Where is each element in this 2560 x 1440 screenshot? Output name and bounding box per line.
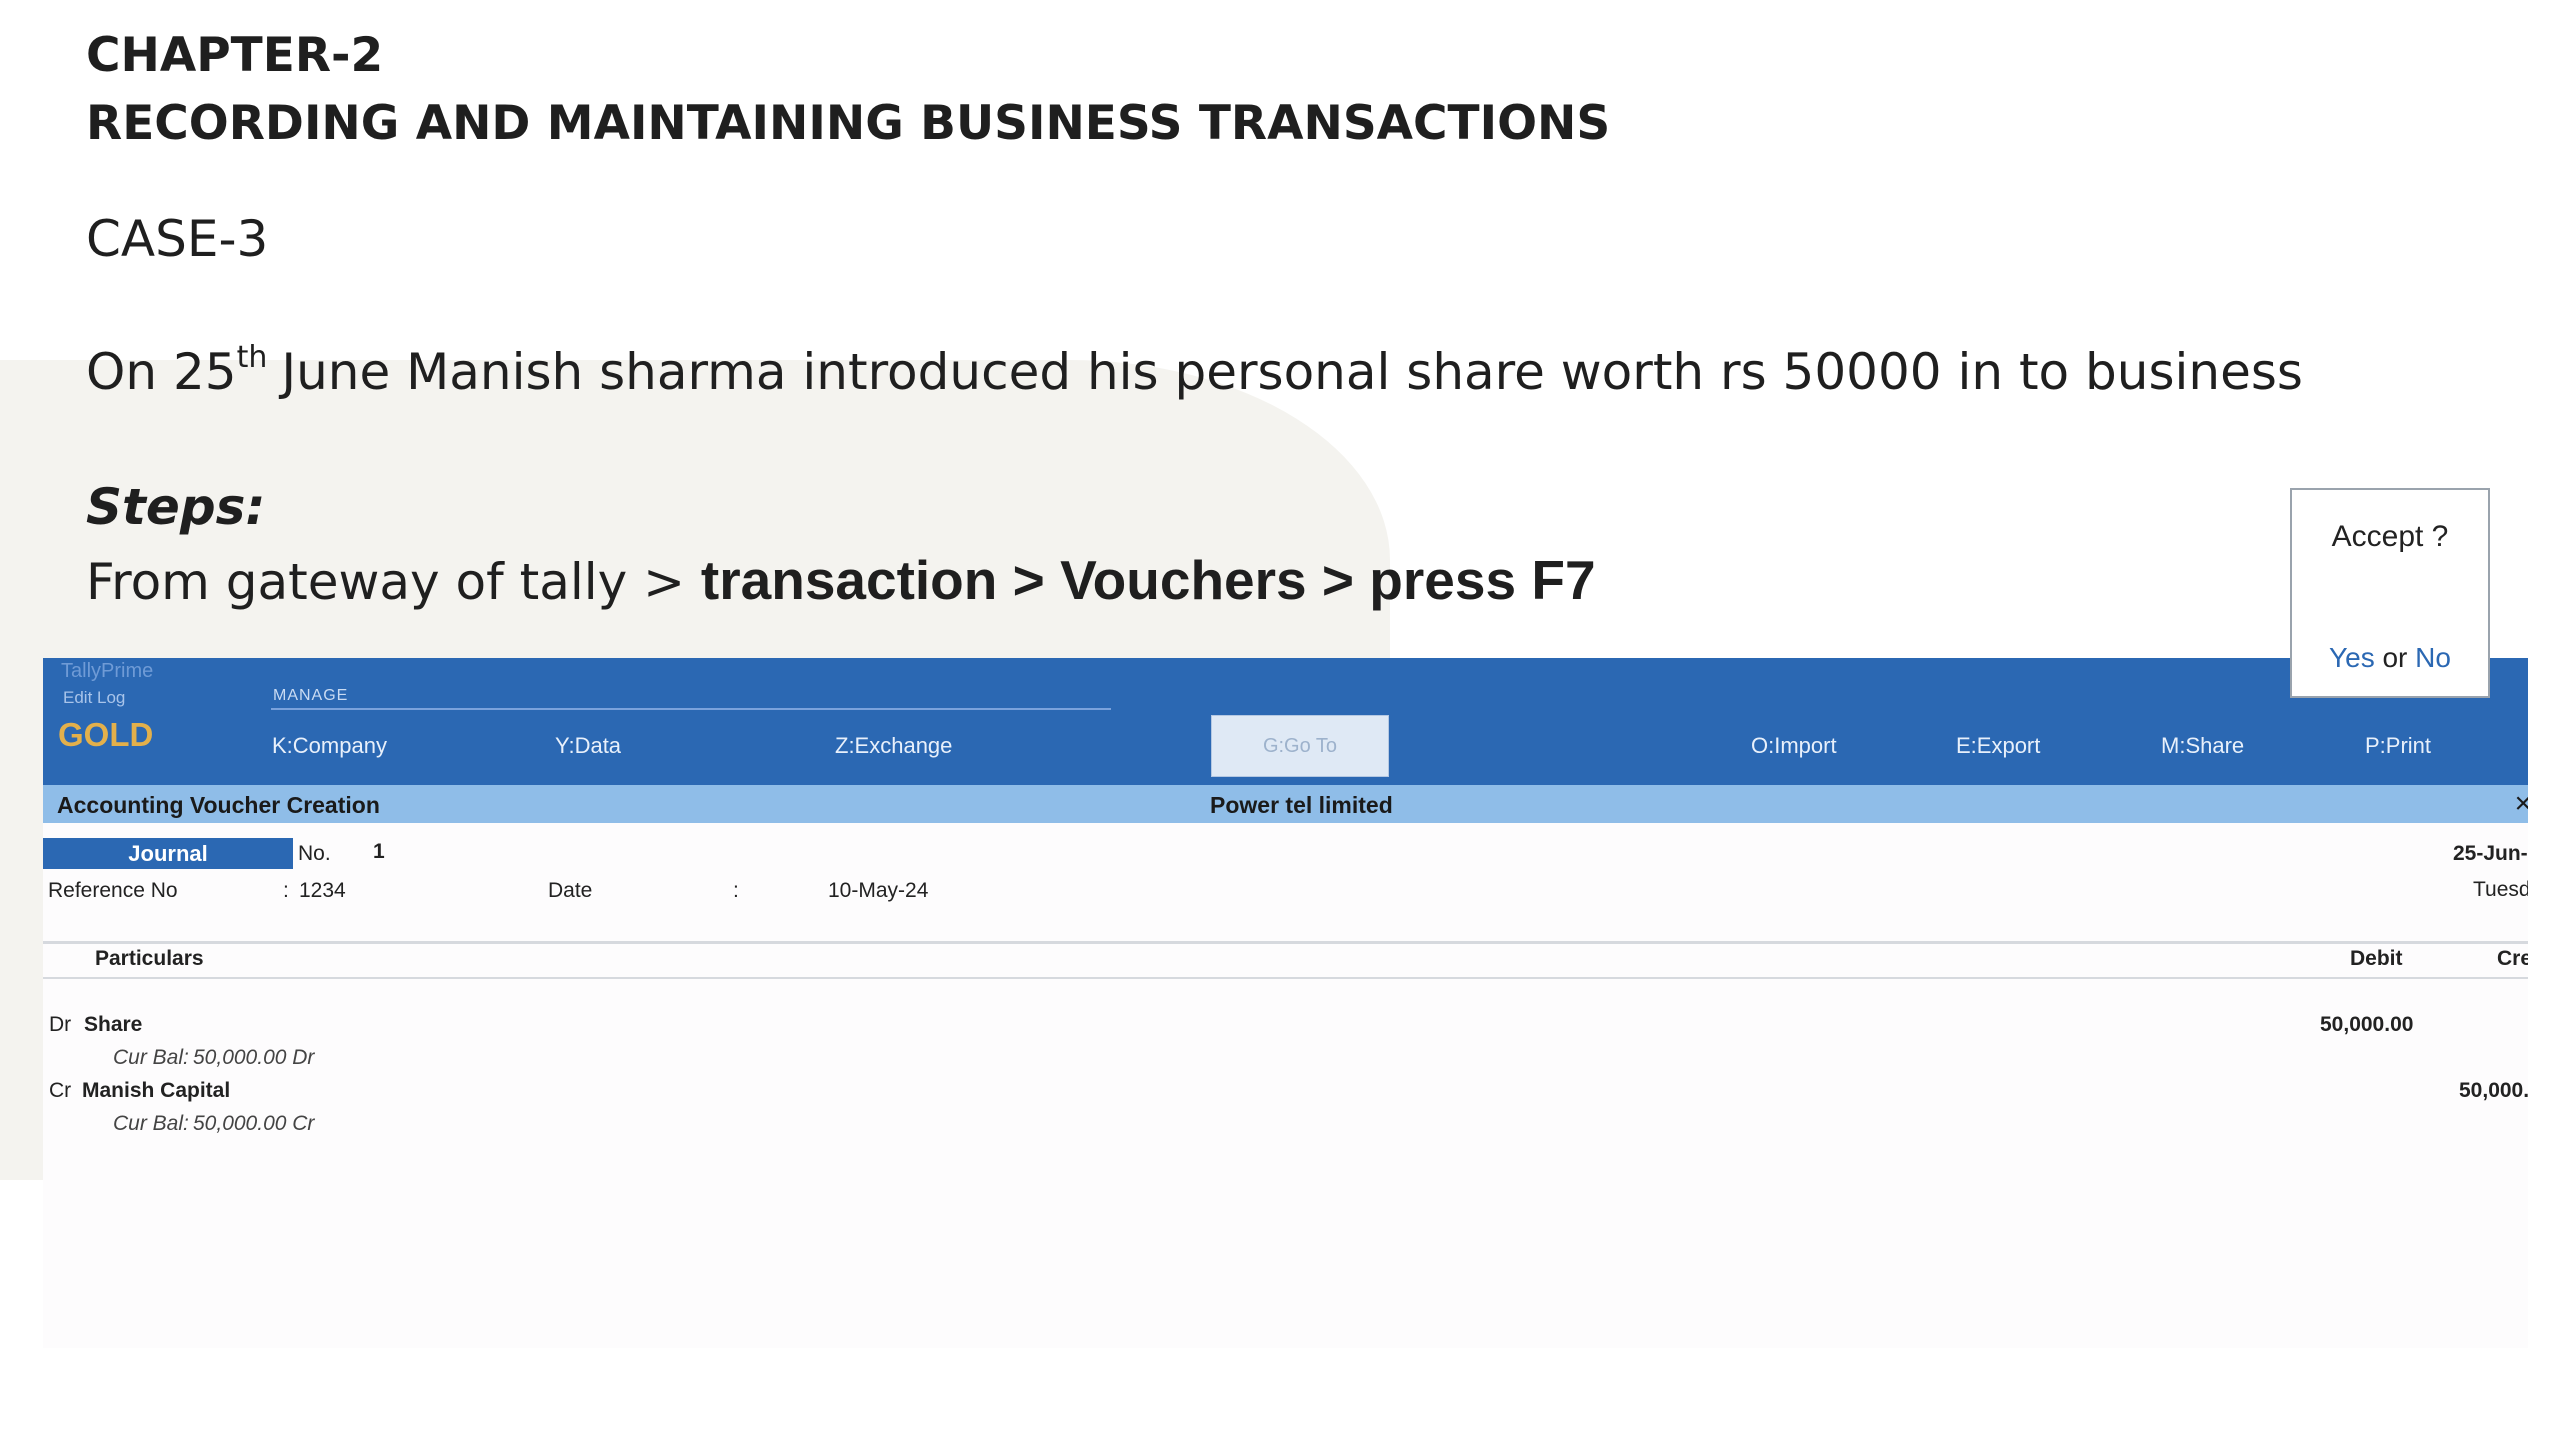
entry-1-curbal-label: Cur Bal: — [113, 1046, 189, 1069]
header-divider — [43, 941, 2528, 944]
accept-no-button[interactable]: No — [2415, 642, 2451, 673]
steps-prefix: From gateway of tally > — [86, 553, 701, 611]
edit-log-link[interactable]: Edit Log — [63, 688, 125, 708]
voucher-body: Journal No. 1 25-Jun-2 Tuesda Reference … — [43, 823, 2528, 1348]
current-date: 25-Jun-2 — [2453, 842, 2528, 865]
problem-rest: June Manish sharma introduced his person… — [281, 343, 2303, 401]
columns-divider — [43, 977, 2528, 979]
chapter-number: CHAPTER-2 — [86, 28, 384, 83]
chapter-heading: CHAPTER-2 RECORDING AND MAINTAINING BUSI… — [86, 22, 1610, 158]
voucher-no-value: 1 — [373, 840, 385, 863]
close-icon[interactable]: × — [2514, 787, 2528, 821]
entry-2-ledger[interactable]: Manish Capital — [82, 1079, 230, 1103]
entry-2-credit[interactable]: 50,000.0 — [2459, 1079, 2528, 1103]
chapter-title: RECORDING AND MAINTAINING BUSINESS TRANS… — [86, 96, 1611, 151]
steps-transaction: transaction > — [700, 549, 1061, 611]
column-debit: Debit — [2350, 947, 2403, 970]
menu-export[interactable]: E:Export — [1956, 733, 2040, 759]
menu-company[interactable]: K:Company — [272, 733, 387, 759]
entry-1-ledger[interactable]: Share — [84, 1013, 142, 1037]
date-label: Date — [548, 879, 593, 902]
entry-1-drcr: Dr — [49, 1013, 72, 1036]
accept-yes-button[interactable]: Yes — [2329, 642, 2375, 673]
accept-options: Yes or No — [2292, 642, 2488, 674]
tally-top-bar: TallyPrime Edit Log GOLD MANAGE K:Compan… — [43, 658, 2528, 785]
problem-ordinal: th — [236, 340, 268, 375]
entry-2-curbal-label: Cur Bal: — [113, 1112, 189, 1135]
edition-label: GOLD — [58, 716, 154, 753]
screen-title: Accounting Voucher Creation — [57, 792, 380, 818]
accept-question: Accept ? — [2331, 520, 2449, 553]
column-particulars: Particulars — [95, 947, 204, 970]
current-day: Tuesda — [2473, 878, 2528, 901]
goto-label: G:Go To — [1262, 735, 1338, 757]
accept-dialog: Accept ? Yes or No — [2290, 488, 2490, 698]
company-name: Power tel limited — [1210, 792, 1393, 818]
manage-divider — [271, 708, 1111, 710]
manage-section-label: MANAGE — [273, 687, 349, 704]
goto-button[interactable]: G:Go To — [1211, 715, 1389, 777]
case-label: CASE-3 — [86, 210, 269, 268]
date-separator: : — [733, 879, 739, 902]
entry-2-curbal: 50,000.00 Cr — [193, 1112, 315, 1135]
tally-brand: TallyPrime — [61, 660, 154, 682]
reference-separator: : — [283, 879, 289, 902]
reference-input[interactable]: 1234 — [299, 879, 346, 903]
menu-exchange[interactable]: Z:Exchange — [835, 733, 952, 759]
accept-or-label: or — [2382, 642, 2408, 673]
menu-import[interactable]: O:Import — [1751, 733, 1837, 759]
reference-label: Reference No — [48, 879, 178, 902]
menu-print[interactable]: P:Print — [2365, 733, 2431, 759]
problem-statement: On 25th June Manish sharma introduced his… — [86, 340, 2303, 401]
menu-share[interactable]: M:Share — [2161, 733, 2244, 759]
voucher-type-badge[interactable]: Journal — [43, 838, 293, 869]
steps-vouchers: Vouchers > press F7 — [1060, 549, 1596, 611]
voucher-no-label: No. — [298, 842, 331, 865]
column-credit: Cred — [2497, 947, 2528, 970]
steps-heading: Steps: — [86, 478, 266, 536]
menu-data[interactable]: Y:Data — [555, 733, 621, 759]
date-input[interactable]: 10-May-24 — [828, 879, 928, 903]
entry-1-debit[interactable]: 50,000.00 — [2320, 1013, 2413, 1037]
entry-1-curbal: 50,000.00 Dr — [193, 1046, 315, 1069]
steps-path: From gateway of tally > transaction > Vo… — [86, 548, 1596, 612]
problem-prefix: On 25 — [86, 343, 237, 401]
entry-2-drcr: Cr — [49, 1079, 72, 1102]
screen-title-bar: Accounting Voucher Creation Power tel li… — [43, 785, 2528, 823]
tally-window: TallyPrime Edit Log GOLD MANAGE K:Compan… — [43, 658, 2528, 1348]
